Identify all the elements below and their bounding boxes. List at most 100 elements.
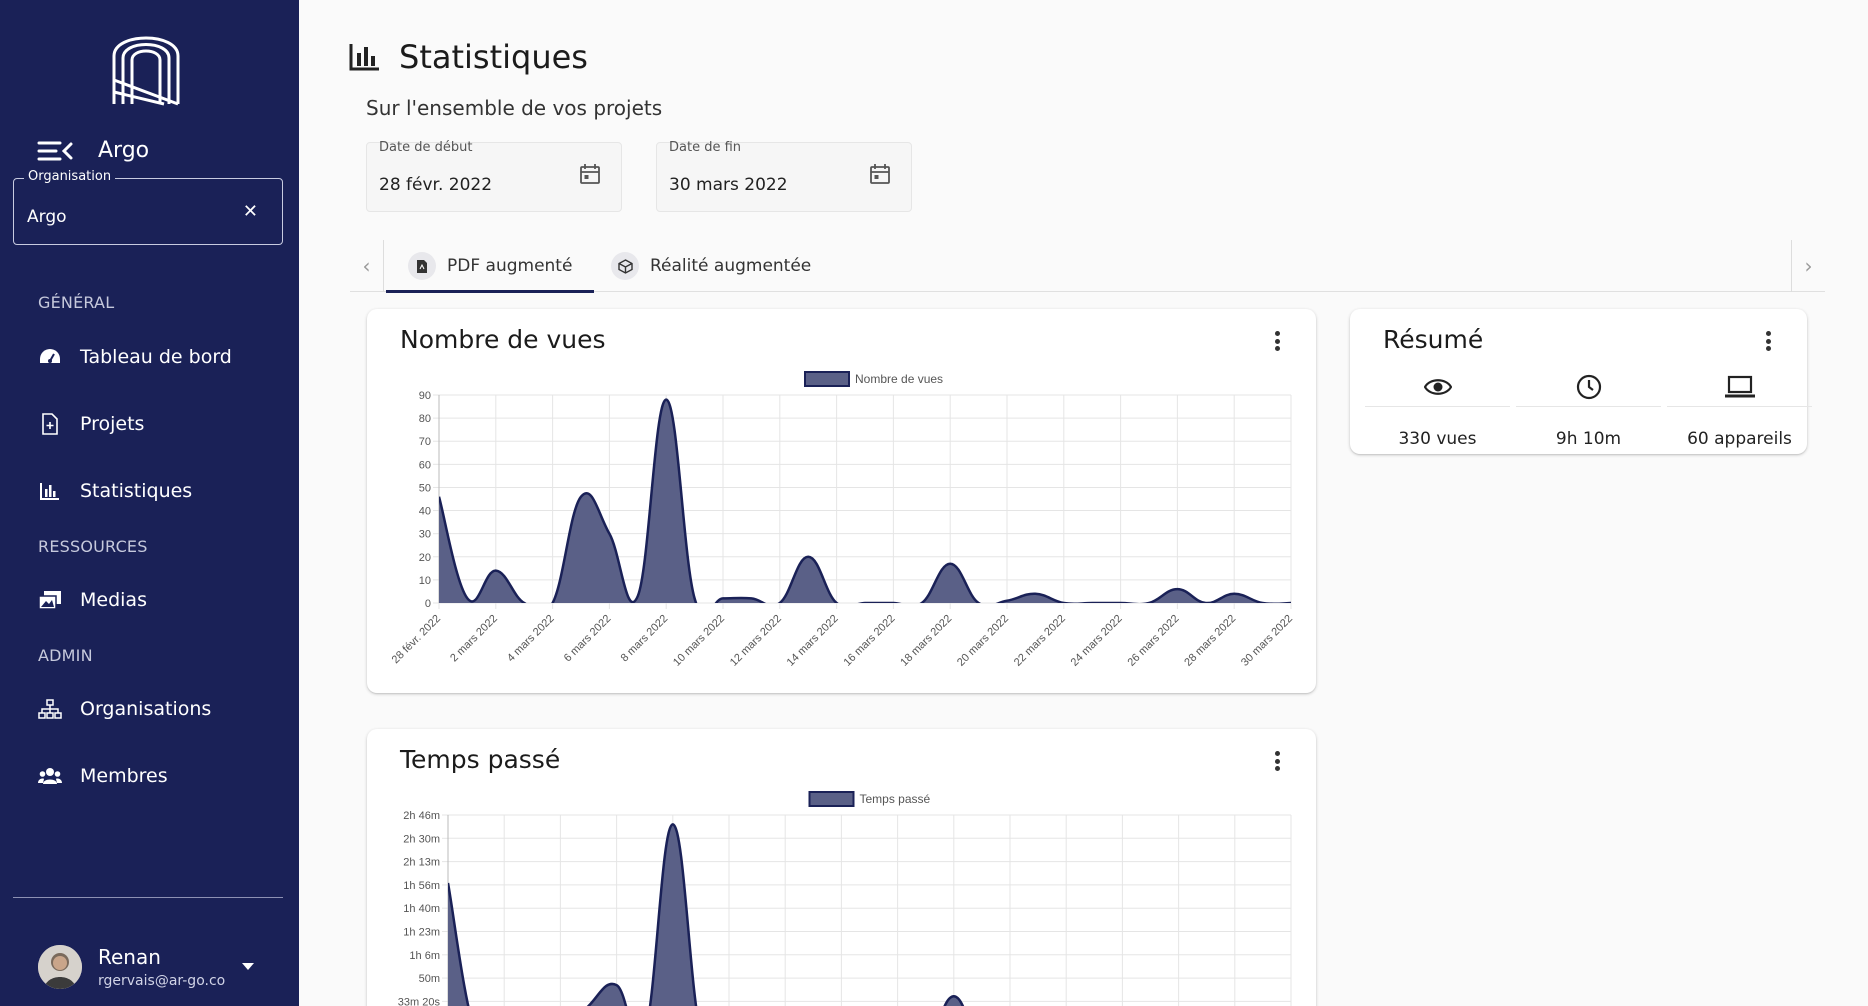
y-tick-label: 1h 6m <box>409 950 440 962</box>
y-tick-label: 50 <box>419 482 431 494</box>
calendar-icon[interactable] <box>869 163 891 185</box>
cube-icon <box>611 252 639 280</box>
summary-value: 330 vues <box>1398 429 1477 449</box>
sidebar-item-label: Medias <box>80 589 147 611</box>
tab-pdf-augmente[interactable]: PDF augmenté <box>385 240 595 293</box>
page-header: Statistiques <box>349 38 588 76</box>
card-title: Résumé <box>1383 325 1484 354</box>
views-chart: Nombre de vues 0 10 20 30 40 50 60 70 80 90 28 févr… <box>390 371 1295 669</box>
end-date-value: 30 mars 2022 <box>669 175 788 195</box>
x-tick-label: 28 févr. 2022 <box>390 613 443 666</box>
sidebar-item-membres[interactable]: Membres <box>38 764 168 788</box>
summary-card: Résumé 330 vues 9h 10m 60 appareils <box>1350 309 1812 454</box>
start-date-label: Date de début <box>379 140 473 155</box>
bar-chart-icon <box>38 479 62 503</box>
y-tick-label: 1h 40m <box>403 903 440 915</box>
laptop-icon <box>1667 367 1812 407</box>
menu-collapse-icon[interactable] <box>36 139 74 163</box>
y-tick-label: 90 <box>419 390 431 402</box>
sidebar-item-organisations[interactable]: Organisations <box>38 697 211 721</box>
summary-stats: 330 vues 9h 10m 60 appareils <box>1365 367 1818 449</box>
clear-icon[interactable]: ✕ <box>243 201 258 222</box>
page-subtitle: Sur l'ensemble de vos projets <box>366 96 663 120</box>
end-date-field[interactable]: Date de fin 30 mars 2022 <box>656 140 912 212</box>
chart-vgrid <box>447 815 1292 1006</box>
user-email: rgervais@ar-go.co <box>98 973 226 989</box>
y-tick-label: 60 <box>419 459 431 471</box>
section-title-admin: ADMIN <box>38 646 93 665</box>
series-area <box>448 824 963 1006</box>
y-tick-label: 1h 23m <box>403 927 440 939</box>
x-tick-label: 2 mars 2022 <box>448 613 500 665</box>
x-tick-label: 28 mars 2022 <box>1182 613 1238 669</box>
y-tick-label: 40 <box>419 506 431 518</box>
legend-label: Nombre de vues <box>855 372 943 386</box>
user-menu[interactable]: Renan rgervais@ar-go.co <box>38 945 225 989</box>
y-tick-label: 2h 13m <box>403 857 440 869</box>
sidebar-item-medias[interactable]: Medias <box>38 588 147 612</box>
start-date-field[interactable]: Date de début 28 févr. 2022 <box>366 140 622 212</box>
page-title: Statistiques <box>399 38 588 76</box>
sidebar-item-statistiques[interactable]: Statistiques <box>38 479 192 503</box>
y-tick-label: 2h 30m <box>403 833 440 845</box>
bar-chart-icon <box>349 44 379 71</box>
start-date-value: 28 févr. 2022 <box>379 175 493 195</box>
calendar-icon[interactable] <box>579 163 601 185</box>
end-date-label: Date de fin <box>669 140 742 155</box>
y-tick-label: 30 <box>419 529 431 541</box>
y-tick-label: 20 <box>419 552 431 564</box>
dashboard-icon <box>38 345 62 369</box>
x-tick-label: 6 mars 2022 <box>562 613 614 665</box>
legend-label: Temps passé <box>860 792 931 806</box>
sidebar-divider <box>13 897 283 898</box>
legend-swatch <box>808 791 855 807</box>
tab-label: Réalité augmentée <box>650 256 812 276</box>
x-tick-label: 16 mars 2022 <box>841 613 897 669</box>
legend-swatch <box>804 371 850 387</box>
media-icon <box>38 588 62 612</box>
tab-realite-augmentee[interactable]: Réalité augmentée <box>611 240 811 292</box>
x-tick-label: 14 mars 2022 <box>785 613 841 669</box>
summary-views: 330 vues <box>1365 367 1510 449</box>
summary-value: 9h 10m <box>1555 429 1622 449</box>
x-tick-label: 22 mars 2022 <box>1012 613 1068 669</box>
series-area <box>439 399 1291 603</box>
chevron-left-icon[interactable]: ‹ <box>350 240 384 292</box>
people-icon <box>38 764 62 788</box>
sidebar-item-projets[interactable]: Projets <box>38 412 144 436</box>
avatar <box>38 945 82 989</box>
section-title-ressources: RESSOURCES <box>38 537 148 556</box>
app-root: Argo Organisation Argo ✕ GÉNÉRAL Tableau… <box>0 0 1868 1006</box>
y-tick-label: 2h 46m <box>403 810 440 822</box>
organisation-value: Argo <box>27 207 67 227</box>
x-tick-label: 8 mars 2022 <box>619 613 671 665</box>
y-tick-label: 1h 56m <box>403 880 440 892</box>
chevron-right-icon[interactable]: › <box>1791 240 1825 292</box>
y-tick-label: 80 <box>419 413 431 425</box>
sitemap-icon <box>38 697 62 721</box>
y-tick-label: 33m 20s <box>398 996 441 1006</box>
more-vert-icon[interactable] <box>1765 331 1771 351</box>
x-tick-label: 18 mars 2022 <box>898 613 954 669</box>
time-chart: Temps passé16m 40s33m 20s50m1h 6m1h 23m1… <box>398 791 1292 1006</box>
clock-icon <box>1516 367 1661 407</box>
views-chart-card: Nombre de vues Nombre de vues 0 10 20 30 40 50… <box>367 309 1316 693</box>
x-tick-label: 12 mars 2022 <box>728 613 784 669</box>
sidebar-item-label: Projets <box>80 413 145 435</box>
series-group <box>448 823 965 1006</box>
summary-devices: 60 appareils <box>1667 367 1812 449</box>
section-title-general: GÉNÉRAL <box>38 293 115 312</box>
summary-time: 9h 10m <box>1516 367 1661 449</box>
organisation-select[interactable]: Organisation Argo ✕ <box>13 169 283 245</box>
chevron-down-icon[interactable] <box>242 963 254 970</box>
sidebar: Argo Organisation Argo ✕ GÉNÉRAL Tableau… <box>0 0 299 1006</box>
y-tick-label: 70 <box>419 436 431 448</box>
user-name: Renan <box>98 945 161 969</box>
series-line <box>448 823 965 1006</box>
chart-grid <box>442 814 1291 1002</box>
y-tick-label: 10 <box>419 575 431 587</box>
y-tick-label: 0 <box>425 598 431 610</box>
sidebar-item-dashboard[interactable]: Tableau de bord <box>38 345 232 369</box>
pdf-icon <box>408 252 436 280</box>
sidebar-item-label: Membres <box>80 765 168 787</box>
